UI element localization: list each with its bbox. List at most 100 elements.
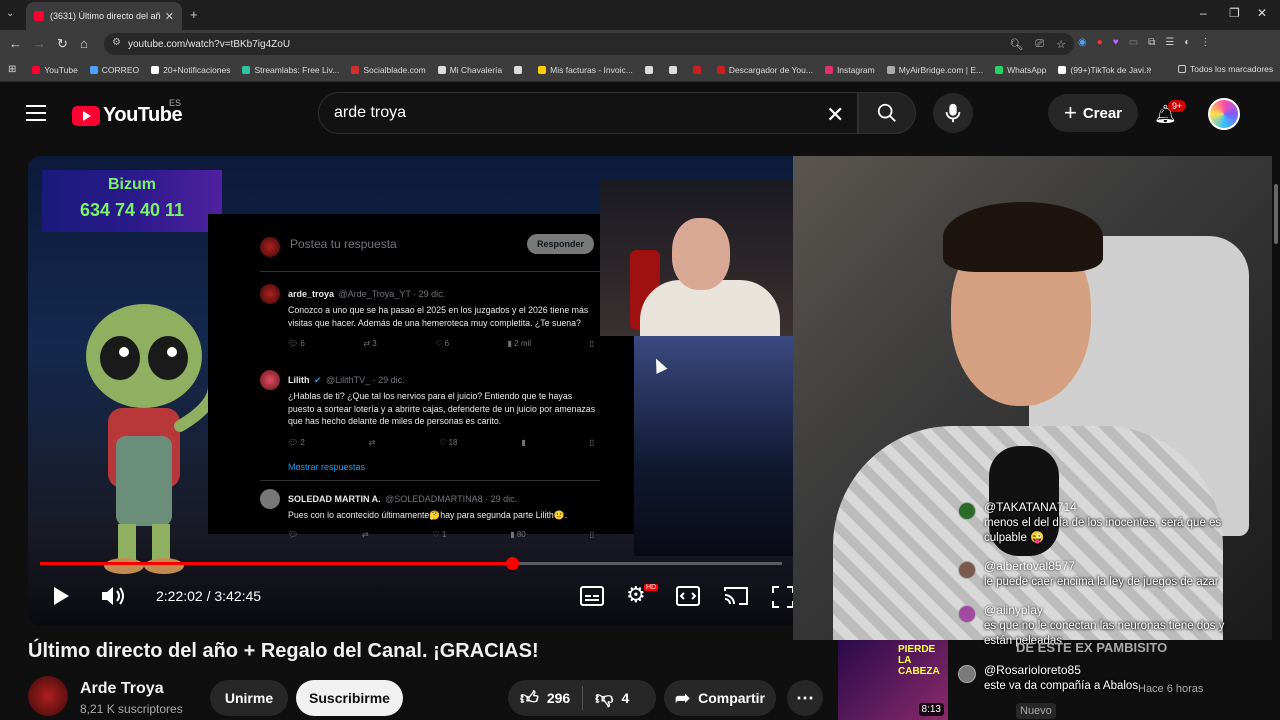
bookmark-item[interactable]: CORREO <box>89 65 139 75</box>
guest-webcam-pip <box>600 180 794 336</box>
youtube-logo[interactable]: YouTube <box>72 104 183 127</box>
bookmark-item[interactable] <box>692 65 705 74</box>
extension-icon[interactable]: ● <box>1097 37 1103 48</box>
close-window-icon[interactable]: ✕ <box>1257 6 1267 20</box>
home-icon[interactable]: ⌂ <box>80 36 88 51</box>
thumbnail-text: PIERDE LA CABEZA <box>898 644 940 677</box>
reply-count: 💬︎ 2 <box>288 437 305 447</box>
bookmark-item[interactable]: Mis facturas - Invoic... <box>538 65 633 75</box>
forward-icon[interactable]: → <box>33 36 46 51</box>
bookmark-item[interactable]: Mi Chavalería <box>437 65 502 75</box>
avatar <box>260 489 280 509</box>
video-player[interactable]: Bizum 634 74 40 11 Postea tu respuesta R… <box>28 156 794 626</box>
browser-tab-strip: ⌄ (3631) Último directo del año - ✕ + – … <box>0 0 1280 30</box>
bookmark-item[interactable]: (99+)TikTok de Javi... <box>1058 65 1151 75</box>
tweet-author: SOLEDAD MARTIN A. <box>288 494 381 504</box>
bookmark-favicon-icon <box>538 65 547 74</box>
new-tab-button[interactable]: + <box>190 7 198 22</box>
progress-bar[interactable] <box>40 557 782 570</box>
subtitles-icon[interactable] <box>580 586 604 606</box>
bookmark-item[interactable]: MyAirBridge.com | E... <box>886 65 983 75</box>
bookmark-item[interactable]: Socialblade.com <box>351 65 426 75</box>
create-button[interactable]: + Crear <box>1048 94 1138 132</box>
clear-search-icon[interactable]: ✕ <box>826 102 844 128</box>
restore-icon[interactable]: ❐ <box>1229 6 1240 20</box>
search-input[interactable]: arde troya <box>318 92 858 134</box>
bookmark-favicon-icon <box>32 65 41 74</box>
play-icon[interactable] <box>52 586 70 606</box>
channel-avatar[interactable] <box>28 676 68 716</box>
time-display: 2:22:02 / 3:42:45 <box>156 588 262 604</box>
tab-list-icon[interactable]: ☰ <box>1165 37 1174 48</box>
avatar <box>958 502 976 520</box>
profile-icon[interactable]: ◐ <box>1184 37 1190 48</box>
all-bookmarks[interactable]: Todos los marcadores <box>1178 64 1273 74</box>
bookmark-label: (99+)TikTok de Javi... <box>1070 64 1152 75</box>
bookmark-item[interactable] <box>644 65 657 74</box>
bookmark-item[interactable]: Descargador de You... <box>716 65 813 75</box>
reply-icon: 💬︎ <box>288 529 299 539</box>
chat-text: le puede caer encima la ley de juegos de… <box>984 576 1219 588</box>
search-button[interactable] <box>858 92 916 134</box>
bookmark-item[interactable]: WhatsApp <box>995 65 1046 75</box>
menu-kebab-icon[interactable]: ⋮ <box>1200 37 1210 48</box>
extension-icon[interactable]: ◉ <box>1078 37 1087 48</box>
cast-icon[interactable]: ⎚ <box>1035 38 1044 51</box>
like-count: ♡ 18 <box>439 437 458 447</box>
fullscreen-icon[interactable] <box>772 586 794 608</box>
extension-icon[interactable]: ▭ <box>1129 37 1138 48</box>
bookmark-item[interactable]: YouTube <box>32 64 78 75</box>
alien-mascot-image <box>86 304 220 574</box>
scrollbar-thumb[interactable] <box>1274 184 1278 244</box>
channel-name[interactable]: Arde Troya <box>80 680 164 698</box>
zoom-icon[interactable]: 🔍︎ <box>1009 38 1023 51</box>
minimize-icon[interactable]: – <box>1200 6 1207 20</box>
cast-icon[interactable] <box>724 586 748 606</box>
tab-search-icon[interactable]: ⌄ <box>6 8 14 19</box>
browser-toolbar: ← → ↻ ⌂ ⚙ youtube.com/watch?v=tBKb7ig4Zo… <box>0 30 1280 58</box>
bookmark-item[interactable] <box>514 65 526 74</box>
avatar <box>958 665 976 683</box>
reload-icon[interactable]: ↻ <box>57 36 68 52</box>
apps-grid-icon[interactable]: ⊞ <box>8 64 16 75</box>
tab-close-icon[interactable]: ✕ <box>165 10 174 23</box>
bookmark-label: YouTube <box>44 64 78 75</box>
join-button[interactable]: Unirme <box>210 680 288 716</box>
recommended-thumbnail[interactable]: PIERDE LA CABEZA 8:13 <box>838 640 948 720</box>
bookmark-item[interactable] <box>668 65 681 74</box>
extension-icon[interactable]: ♥ <box>1113 37 1119 48</box>
dislike-button[interactable]: 👎︎ 4 <box>595 687 629 709</box>
voice-search-button[interactable] <box>933 93 973 133</box>
bookmark-favicon-icon <box>89 65 98 74</box>
more-bookmarks-icon[interactable]: » <box>1146 64 1152 75</box>
like-button[interactable]: 👍︎ 296 <box>520 687 570 709</box>
address-bar[interactable]: ⚙ youtube.com/watch?v=tBKb7ig4ZoU 🔍︎ ⎚ ☆ <box>104 33 1074 55</box>
menu-hamburger-icon[interactable] <box>26 105 46 121</box>
bookmark-favicon-icon <box>692 65 701 74</box>
share-button[interactable]: ➦ Compartir <box>664 680 776 716</box>
bizum-title: Bizum <box>108 176 156 193</box>
extensions-puzzle-icon[interactable]: ⧉ <box>1148 37 1155 48</box>
tweet-actions: 💬︎ ⇄ ♡ 1 ▮ 80 ▯ <box>288 530 600 539</box>
settings-gear-icon[interactable]: ⚙ <box>626 582 646 608</box>
site-info-icon[interactable]: ⚙ <box>112 37 121 48</box>
bookmark-item[interactable]: 20+Notificaciones <box>151 65 230 75</box>
back-icon[interactable]: ← <box>9 36 22 51</box>
page-scrollbar[interactable] <box>1272 84 1280 720</box>
volume-icon[interactable] <box>100 584 126 608</box>
more-actions-button[interactable]: ⋯ <box>787 680 823 716</box>
chat-text: menos el del día de los inocentes, será … <box>984 517 1222 544</box>
tab-active[interactable]: (3631) Último directo del año - ✕ <box>26 2 182 30</box>
account-avatar[interactable] <box>1208 98 1240 130</box>
progress-scrubber[interactable] <box>506 557 520 570</box>
tweet-text: ¿Hablas de ti? ¿Que tal los nervios para… <box>288 391 596 426</box>
bookmark-item[interactable]: Instagram <box>824 65 875 75</box>
bookmark-item[interactable]: Streamlabs: Free Liv... <box>242 65 339 75</box>
retweet-icon: ⇄ <box>361 529 369 539</box>
miniplayer-icon[interactable] <box>676 586 700 606</box>
tweet-actions: 💬︎ 2 ⇄ ♡ 18 ▮ ▯ <box>288 438 600 447</box>
bookmark-star-icon[interactable]: ☆ <box>1056 38 1066 51</box>
verified-badge-icon: ✔ <box>313 375 322 385</box>
recommended-title[interactable]: DE ESTE EX PAMBISITO <box>1016 640 1167 655</box>
subscribe-button[interactable]: Suscribirme <box>296 680 403 716</box>
